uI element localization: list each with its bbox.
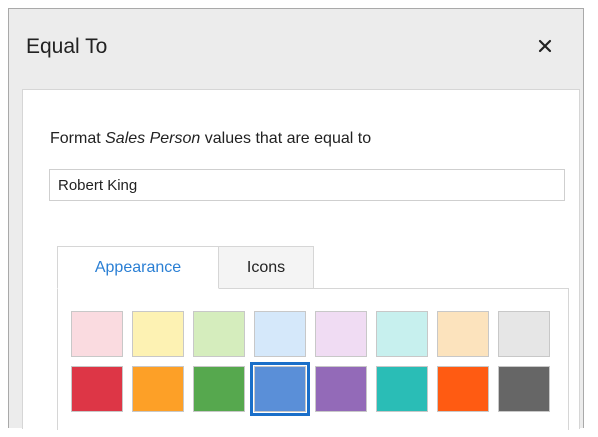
color-swatch[interactable]	[132, 311, 184, 357]
dialog-title: Equal To	[26, 35, 108, 58]
prompt-suffix: values that are equal to	[204, 130, 372, 147]
color-swatch[interactable]	[193, 311, 245, 357]
color-swatch[interactable]	[71, 311, 123, 357]
swatch-row-light	[71, 311, 550, 357]
close-button[interactable]	[530, 31, 560, 61]
close-icon	[538, 39, 552, 53]
format-prompt: Format Sales Person values that are equa…	[50, 130, 371, 148]
color-swatch[interactable]	[437, 311, 489, 357]
color-swatch[interactable]	[132, 366, 184, 412]
color-swatch[interactable]	[437, 366, 489, 412]
color-swatch[interactable]	[315, 311, 367, 357]
color-swatch[interactable]	[193, 366, 245, 412]
color-swatch[interactable]	[498, 366, 550, 412]
color-swatch[interactable]	[71, 366, 123, 412]
color-swatch[interactable]	[250, 362, 310, 416]
title-bar: Equal To	[9, 9, 583, 83]
color-swatch[interactable]	[498, 311, 550, 357]
dialog-body: Format Sales Person values that are equa…	[22, 89, 580, 430]
appearance-panel	[57, 288, 569, 430]
tab-appearance[interactable]: Appearance	[57, 246, 219, 289]
value-input[interactable]	[49, 169, 565, 201]
color-swatch[interactable]	[254, 311, 306, 357]
swatch-row-dark	[71, 362, 550, 416]
prompt-prefix: Format	[50, 130, 101, 147]
color-swatch[interactable]	[376, 366, 428, 412]
color-swatch[interactable]	[376, 311, 428, 357]
equal-to-dialog: Equal To Format Sales Person values that…	[8, 8, 584, 430]
tab-icons[interactable]: Icons	[219, 246, 314, 289]
prompt-field-name: Sales Person	[105, 130, 201, 147]
format-tabs: Appearance Icons	[57, 246, 314, 289]
color-swatch[interactable]	[315, 366, 367, 412]
